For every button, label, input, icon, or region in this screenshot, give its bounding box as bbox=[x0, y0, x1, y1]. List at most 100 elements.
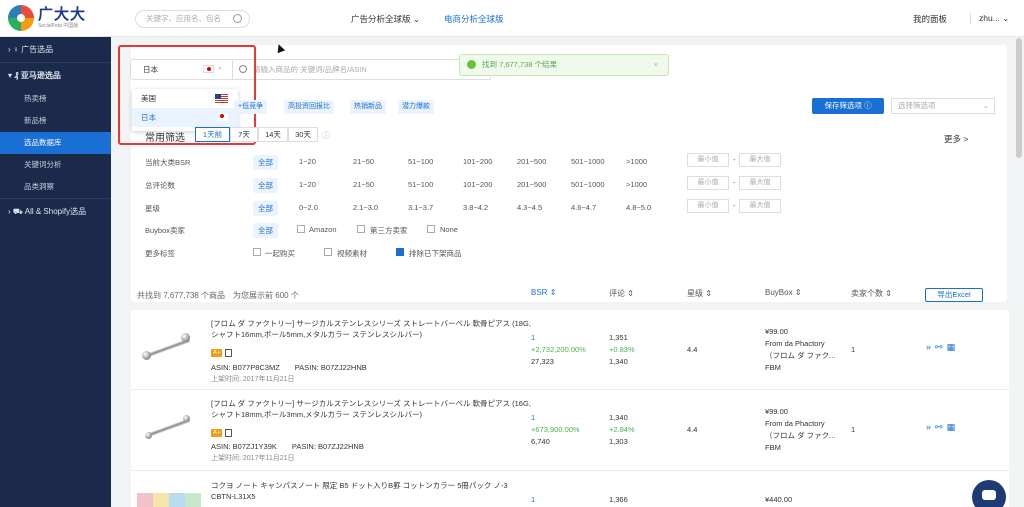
product-thumbnail[interactable] bbox=[137, 491, 201, 507]
stars-option[interactable]: 4.8~5.0 bbox=[626, 203, 651, 212]
sidebar-item-amazon[interactable]: ▾ ₰ 亚马逊选品 bbox=[0, 63, 111, 88]
sidebar-item-category[interactable]: 品类洞察 bbox=[0, 176, 111, 198]
sidebar-item-new[interactable]: 新品榜 bbox=[0, 110, 111, 132]
product-title[interactable]: [フロム ダ ファクトリー] サージカルステンレスシリーズ ストレートバーベル … bbox=[211, 318, 531, 340]
column-buybox[interactable]: BuyBox ⇕ bbox=[765, 288, 802, 297]
expand-icon[interactable]: » bbox=[926, 422, 935, 432]
reviews-all-option[interactable]: 全部 bbox=[253, 178, 278, 193]
buybox-third-party-checkbox[interactable] bbox=[357, 225, 365, 233]
clipboard-icon[interactable] bbox=[225, 349, 232, 357]
more-filters-link[interactable]: 更多 > bbox=[944, 133, 968, 145]
column-buybox-label: BuyBox bbox=[765, 288, 793, 297]
bsr-option[interactable]: 501~1000 bbox=[571, 157, 605, 166]
product-thumbnail[interactable] bbox=[137, 404, 201, 454]
tag-potential[interactable]: 潜力爆款 bbox=[398, 100, 434, 114]
buybox-all-option[interactable]: 全部 bbox=[253, 223, 278, 238]
buybox-none-checkbox[interactable] bbox=[427, 225, 435, 233]
search-icon[interactable] bbox=[233, 14, 242, 23]
seller-name: From da Phactory bbox=[765, 419, 825, 428]
stars-option[interactable]: 3.1~3.7 bbox=[408, 203, 433, 212]
bsr-option[interactable]: >1000 bbox=[626, 157, 647, 166]
stars-option[interactable]: 4.6~4.7 bbox=[571, 203, 596, 212]
more-tags-label: 更多标签 bbox=[145, 249, 175, 258]
reviews-max-input[interactable]: 最大值 bbox=[739, 176, 781, 190]
stars-option[interactable]: 2.1~3.0 bbox=[353, 203, 378, 212]
column-stars[interactable]: 星级 ⇕ bbox=[687, 288, 712, 299]
my-panel-link[interactable]: 我的面板 bbox=[913, 13, 947, 25]
bsr-all-option[interactable]: 全部 bbox=[253, 155, 278, 170]
nav-ecom-global[interactable]: 电商分析全球版 bbox=[444, 13, 504, 25]
bsr-option[interactable]: 101~200 bbox=[463, 157, 492, 166]
tag-low-competition[interactable]: +低竞争 bbox=[234, 100, 268, 114]
video-material-checkbox[interactable] bbox=[324, 248, 332, 256]
stars-max-input[interactable]: 最大值 bbox=[739, 199, 781, 213]
stars-all-option[interactable]: 全部 bbox=[253, 201, 278, 216]
table-row[interactable]: [フロム ダ ファクトリー] サージカルステンレスシリーズ ストレートバーベル … bbox=[131, 390, 1009, 471]
reviews-option[interactable]: >1000 bbox=[626, 180, 647, 189]
export-excel-button[interactable]: 导出Excel bbox=[925, 288, 983, 302]
bulb-icon: › ♀ bbox=[8, 45, 22, 54]
reviews-option[interactable]: 51~100 bbox=[408, 180, 433, 189]
keyword-search-input[interactable]: 请输入商品的 关键词/品牌名/ASIN bbox=[233, 59, 491, 80]
table-row[interactable]: [フロム ダ ファクトリー] サージカルステンレスシリーズ ストレートバーベル … bbox=[131, 310, 1009, 390]
product-thumbnail[interactable] bbox=[137, 324, 201, 374]
reviews-option[interactable]: 201~500 bbox=[517, 180, 546, 189]
sidebar-item-shopify[interactable]: › ⛟ All & Shopify选品 bbox=[0, 199, 111, 224]
tag-hot-new[interactable]: 热销新品 bbox=[350, 100, 386, 114]
exclude-removed-checkbox[interactable] bbox=[396, 248, 404, 256]
bought-together-checkbox[interactable] bbox=[253, 248, 261, 256]
bsr-option[interactable]: 51~100 bbox=[408, 157, 433, 166]
column-sellers[interactable]: 卖家个数 ⇕ bbox=[851, 288, 892, 299]
seller-name-jp: （フロム ダ ファク... bbox=[765, 431, 836, 440]
stars-option[interactable]: 0~2.0 bbox=[299, 203, 318, 212]
global-search-placeholder: 关键字、应用名、包名 bbox=[146, 14, 221, 23]
summary-count: 共找到 7,677,738 个商品 bbox=[137, 291, 226, 300]
bsr-option[interactable]: 21~50 bbox=[353, 157, 374, 166]
clipboard-icon[interactable] bbox=[225, 429, 232, 437]
reviews-option[interactable]: 1~20 bbox=[299, 180, 316, 189]
global-search-input[interactable]: 关键字、应用名、包名 bbox=[135, 10, 250, 28]
reviews-min-input[interactable]: 最小值 bbox=[687, 176, 729, 190]
sidebar-item-hot[interactable]: 热卖榜 bbox=[0, 88, 111, 110]
sidebar-item-keywords[interactable]: 关键词分析 bbox=[0, 154, 111, 176]
column-bsr[interactable]: BSR ⇕ bbox=[531, 288, 556, 297]
product-title[interactable]: [フロム ダ ファクトリー] サージカルステンレスシリーズ ストレートバーベル … bbox=[211, 398, 531, 420]
select-filter-dropdown[interactable]: 选择筛选项 ⌄ bbox=[891, 98, 995, 114]
reviews-option[interactable]: 501~1000 bbox=[571, 180, 605, 189]
save-filter-button[interactable]: 保存筛选项 ⓘ bbox=[812, 98, 884, 114]
reviews-option[interactable]: 21~50 bbox=[353, 180, 374, 189]
link-icon[interactable]: ⚯ bbox=[935, 342, 947, 352]
help-icon: ⓘ bbox=[864, 101, 872, 110]
table-row[interactable]: コクヨ ノート キャンパスノート 限定 B5 ドット入りB罫 コットンカラー 5… bbox=[131, 471, 1009, 507]
timeframe-30d[interactable]: 30天 bbox=[288, 127, 318, 142]
nav-ads-global[interactable]: 广告分析全球版 ⌄ bbox=[351, 13, 420, 25]
close-icon[interactable]: × bbox=[654, 55, 658, 75]
user-menu[interactable]: zhu... ⌄ bbox=[970, 13, 1009, 24]
timeframe-7d[interactable]: 7天 bbox=[230, 127, 258, 142]
bsr-option[interactable]: 1~20 bbox=[299, 157, 316, 166]
product-title[interactable]: コクヨ ノート キャンパスノート 限定 B5 ドット入りB罫 コットンカラー 5… bbox=[211, 480, 541, 502]
stars-option[interactable]: 3.8~4.2 bbox=[463, 203, 488, 212]
timeframe-1d[interactable]: 1天前 bbox=[195, 127, 230, 142]
reviews-cell: 1,351 +0.83% 1,340 bbox=[609, 332, 635, 368]
buybox-amazon-checkbox[interactable] bbox=[297, 225, 305, 233]
scrollbar[interactable] bbox=[1016, 38, 1022, 158]
stars-option[interactable]: 4.3~4.5 bbox=[517, 203, 542, 212]
bsr-min-input[interactable]: 最小值 bbox=[687, 153, 729, 167]
bsr-option[interactable]: 201~500 bbox=[517, 157, 546, 166]
detail-icon[interactable]: ▦ bbox=[947, 342, 960, 352]
column-reviews[interactable]: 评论 ⇕ bbox=[609, 288, 634, 299]
logo[interactable]: 广大大 SocialPeta 中国版 bbox=[8, 5, 86, 31]
stars-min-input[interactable]: 最小值 bbox=[687, 199, 729, 213]
link-icon[interactable]: ⚯ bbox=[935, 422, 947, 432]
bsr-max-input[interactable]: 最大值 bbox=[739, 153, 781, 167]
sidebar-item-ads[interactable]: › ♀ 广告选品 bbox=[0, 37, 111, 62]
sidebar-item-database[interactable]: 选品数据库 bbox=[0, 132, 111, 154]
chat-icon[interactable] bbox=[972, 480, 1006, 507]
reviews-option[interactable]: 101~200 bbox=[463, 180, 492, 189]
logo-title: 广大大 bbox=[38, 6, 87, 23]
detail-icon[interactable]: ▦ bbox=[947, 422, 960, 432]
tag-high-roi[interactable]: 高投资回报比 bbox=[284, 100, 334, 114]
timeframe-14d[interactable]: 14天 bbox=[258, 127, 288, 142]
expand-icon[interactable]: » bbox=[926, 342, 935, 352]
